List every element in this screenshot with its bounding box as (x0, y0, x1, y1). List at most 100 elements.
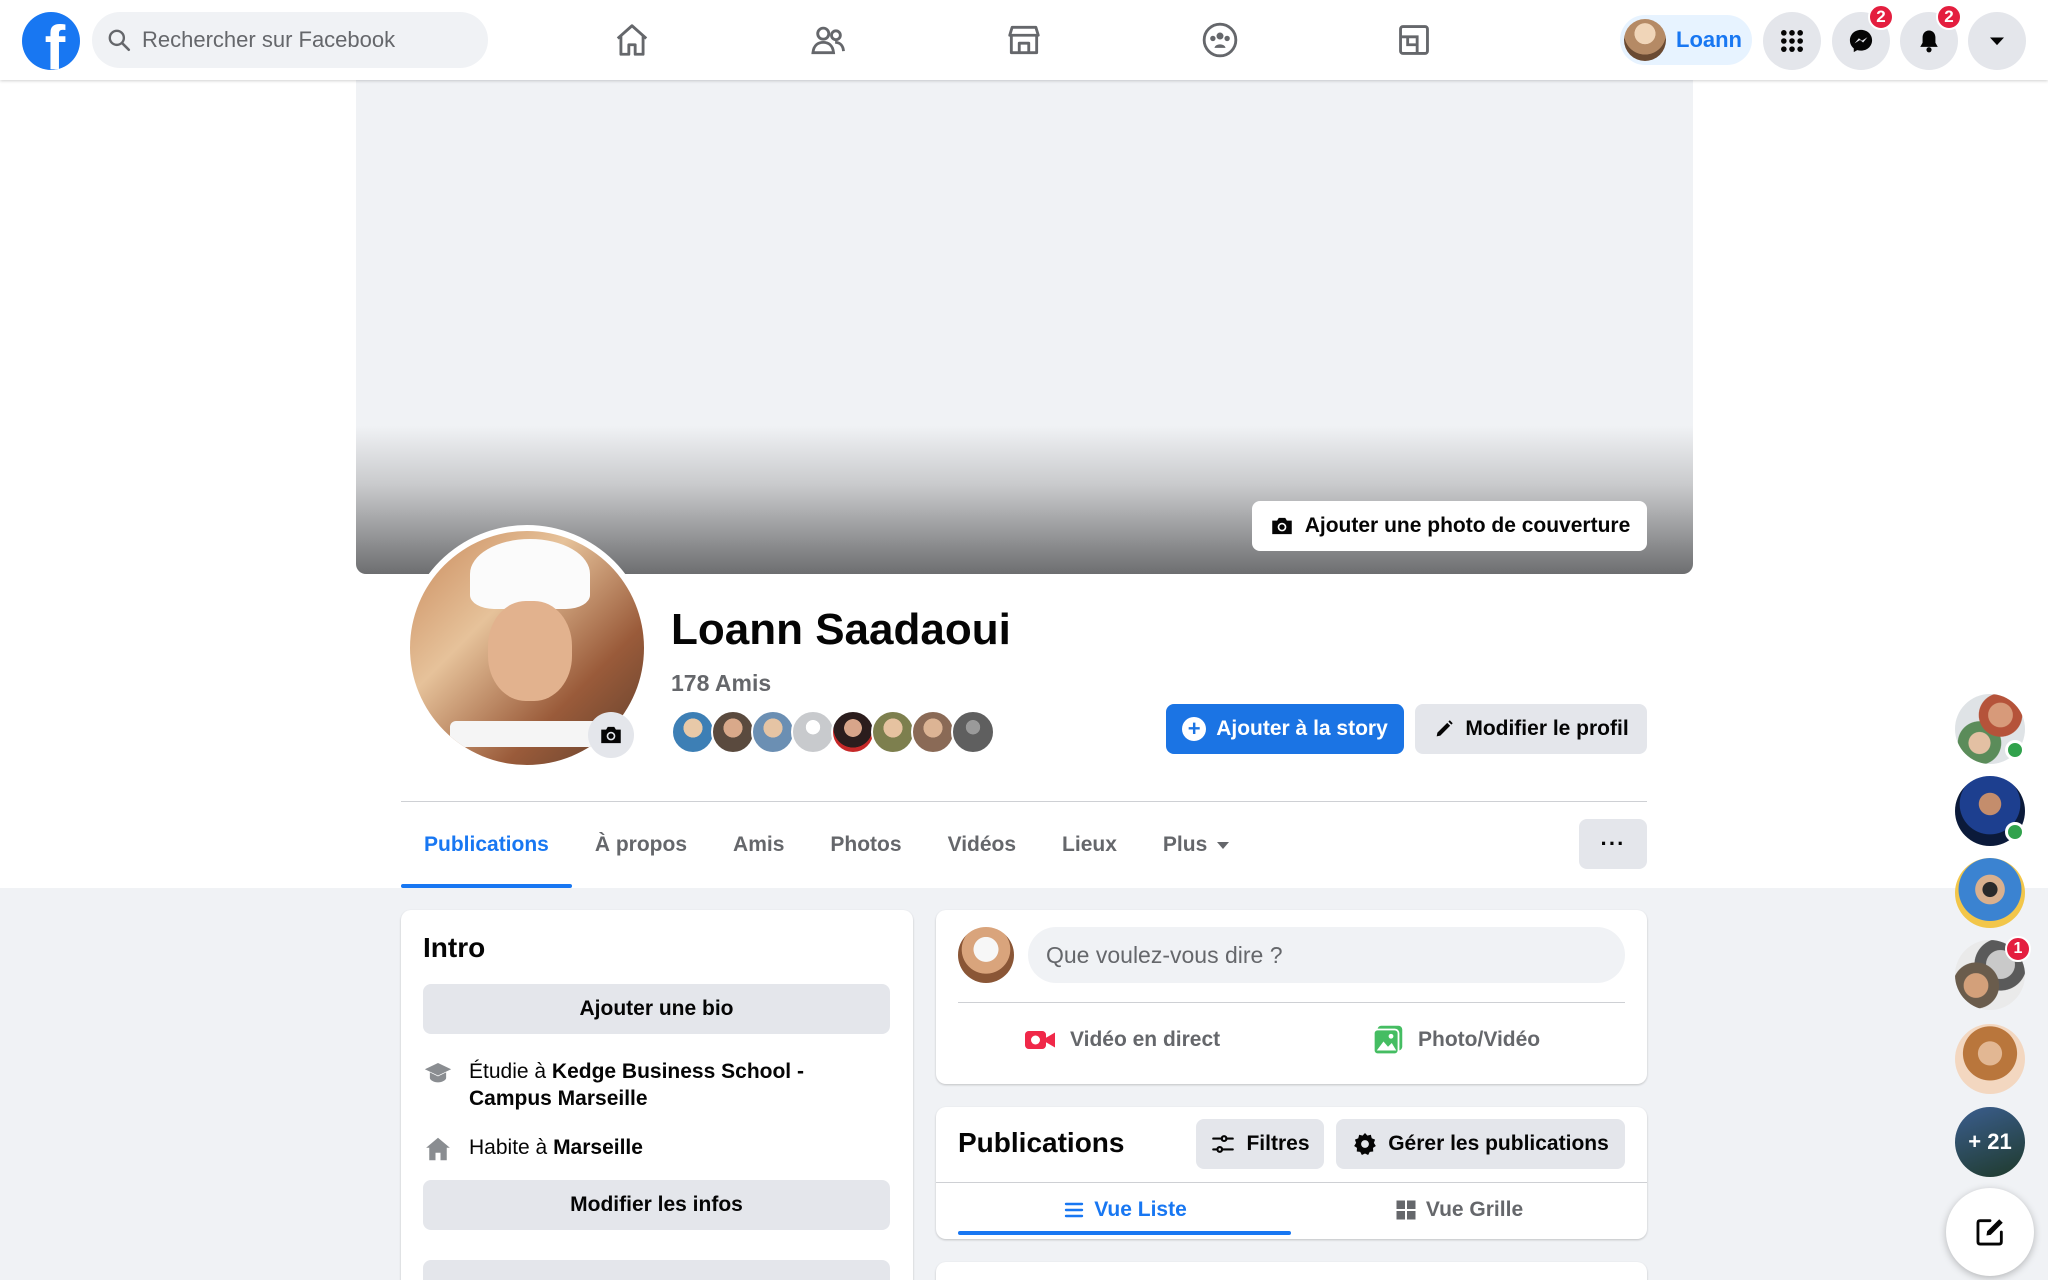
contact-chat[interactable] (1955, 1024, 2025, 1094)
contact-group-chat[interactable] (1955, 694, 2025, 764)
nav-marketplace[interactable] (984, 14, 1064, 66)
camera-icon (1271, 517, 1292, 535)
add-cover-photo-label: Ajouter une photo de couverture (1304, 514, 1631, 537)
notifications-badge: 2 (1936, 4, 1962, 30)
filters-button[interactable]: Filtres (1196, 1119, 1324, 1169)
manage-posts-button[interactable]: Gérer les publications (1336, 1119, 1625, 1169)
more-contacts-button[interactable]: + 21 (1955, 1107, 2025, 1177)
profile-shortcut-name: Loann (1676, 27, 1742, 52)
contact-chat[interactable] (1955, 858, 2025, 928)
messenger-badge: 2 (1868, 4, 1894, 30)
list-icon (1065, 1202, 1084, 1218)
post-composer: Que voulez-vous dire ? Vidéo en direct P… (936, 910, 1647, 1084)
more-intro-button[interactable] (423, 1260, 890, 1280)
house-icon (426, 1137, 450, 1161)
friend-avatar[interactable] (831, 710, 875, 754)
graduation-cap-icon (424, 1063, 452, 1083)
profile-name: Loann Saadaoui (671, 605, 1011, 654)
friends-icon (811, 26, 845, 55)
intro-education: Étudie à Kedge Business School - Campus … (423, 1058, 891, 1112)
publications-title: Publications (958, 1127, 1125, 1158)
grid-view-tab[interactable]: Vue Grille (1292, 1185, 1625, 1235)
add-to-story-button[interactable]: + Ajouter à la story (1166, 704, 1404, 754)
apps-grid-icon (1781, 30, 1803, 52)
tab-label: Plus (1162, 833, 1208, 856)
photo-video-button[interactable]: Photo/Vidéo (1370, 1012, 1540, 1068)
messenger-button[interactable]: 2 (1832, 4, 1894, 70)
tab-label: Vidéos (947, 833, 1017, 856)
online-status-dot (2005, 822, 2025, 842)
banner-image (450, 721, 610, 747)
more-options-button[interactable]: ··· (1579, 819, 1647, 869)
avatar (1624, 19, 1666, 61)
profile-shortcut-chip[interactable]: Loann (1620, 15, 1752, 65)
compose-icon (1976, 1219, 2003, 1246)
filters-label: Filtres (1246, 1132, 1310, 1155)
friend-avatar[interactable] (711, 710, 755, 754)
intro-card: Intro Ajouter une bio Étudie à Kedge Bus… (401, 910, 913, 1280)
tab-more[interactable]: Plus (1140, 802, 1252, 888)
friends-count[interactable]: 178 Amis (671, 670, 771, 697)
tab-friends[interactable]: Amis (710, 802, 807, 888)
live-video-icon (1025, 1031, 1055, 1049)
composer-divider (958, 1002, 1625, 1003)
photo-video-label: Photo/Vidéo (1418, 1028, 1541, 1051)
contact-group-chat[interactable]: 1 (1955, 936, 2031, 1010)
contact-chat[interactable] (1955, 776, 2025, 846)
caret-down-icon (1990, 37, 2004, 46)
search-icon (108, 29, 131, 52)
nav-groups[interactable] (1180, 14, 1260, 66)
search-box[interactable] (92, 12, 488, 68)
friend-avatar[interactable] (871, 710, 915, 754)
update-profile-picture-button[interactable] (588, 712, 634, 758)
publications-divider (936, 1182, 1647, 1183)
camera-icon (601, 726, 621, 744)
location-place[interactable]: Marseille (553, 1136, 643, 1159)
chef-hat-image (470, 539, 590, 609)
nav-home[interactable] (592, 14, 672, 66)
groups-icon (1202, 22, 1238, 58)
online-status-dot (2005, 740, 2025, 760)
add-cover-photo-button[interactable]: Ajouter une photo de couverture (1252, 501, 1647, 551)
friend-avatar[interactable] (751, 710, 795, 754)
live-video-label: Vidéo en direct (1070, 1028, 1221, 1051)
tab-label: À propos (594, 833, 688, 856)
tab-videos[interactable]: Vidéos (925, 802, 1039, 888)
notifications-button[interactable]: 2 (1900, 4, 1962, 70)
tab-label: Lieux (1062, 833, 1117, 856)
list-view-tab[interactable]: Vue Liste (958, 1185, 1291, 1235)
facebook-logo-icon[interactable]: f (22, 12, 80, 70)
tab-about[interactable]: À propos (572, 802, 710, 888)
add-bio-button[interactable]: Ajouter une bio (423, 984, 890, 1034)
cover-photo (356, 80, 1693, 574)
friend-avatar[interactable] (911, 710, 955, 754)
nav-friends[interactable] (788, 14, 868, 66)
tab-publications[interactable]: Publications (401, 802, 572, 888)
manage-posts-label: Gérer les publications (1388, 1132, 1609, 1155)
new-message-button[interactable] (1946, 1188, 2034, 1276)
grid-view-label: Vue Grille (1425, 1198, 1524, 1221)
friend-avatar[interactable] (791, 710, 835, 754)
live-video-button[interactable]: Vidéo en direct (1022, 1012, 1220, 1068)
gear-icon (1354, 1132, 1377, 1156)
tab-places[interactable]: Lieux (1039, 802, 1140, 888)
location-prefix: Habite à (469, 1136, 554, 1159)
edit-profile-button[interactable]: Modifier le profil (1415, 704, 1647, 754)
edit-info-button[interactable]: Modifier les infos (423, 1180, 890, 1230)
sliders-icon (1212, 1135, 1235, 1153)
whats-on-your-mind-input[interactable]: Que voulez-vous dire ? (1028, 927, 1625, 983)
intro-title: Intro (423, 932, 486, 963)
publications-card: Publications Filtres Gérer les publicati… (936, 1107, 1647, 1239)
menu-button[interactable] (1763, 12, 1821, 70)
intro-location: Habite à Marseille (423, 1134, 891, 1164)
search-input[interactable] (142, 27, 462, 53)
face-image (488, 601, 572, 701)
friend-avatar[interactable] (951, 710, 995, 754)
friend-avatar[interactable] (671, 710, 715, 754)
home-icon (616, 24, 648, 56)
avatar[interactable] (958, 927, 1014, 983)
tab-photos[interactable]: Photos (807, 802, 924, 888)
account-menu-button[interactable] (1968, 12, 2026, 70)
education-prefix: Étudie à (469, 1060, 552, 1083)
nav-gaming[interactable] (1374, 14, 1454, 66)
